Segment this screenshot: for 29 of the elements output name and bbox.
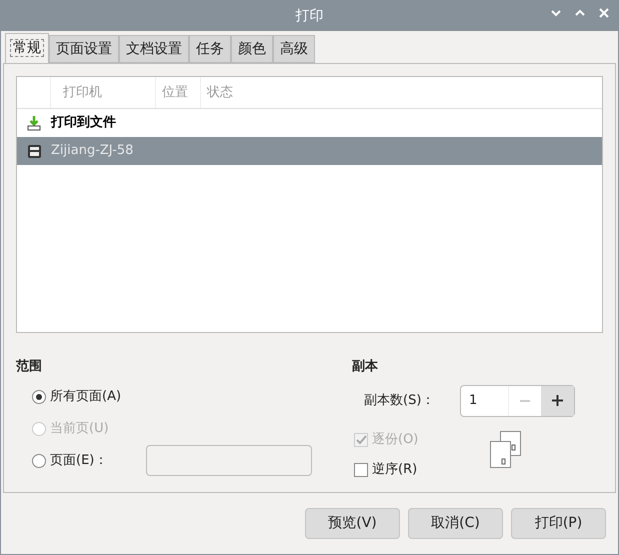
section-title: 副本 (352, 358, 379, 376)
collate-pages-icon (490, 430, 522, 468)
radio-label: 当前页(U) (50, 420, 110, 438)
tab[interactable]: 常规 (5, 33, 49, 63)
dialog-button[interactable]: 预览(V) (305, 508, 400, 539)
tab[interactable]: 颜色 (231, 35, 273, 63)
tab[interactable]: 任务 (189, 35, 231, 63)
checkbox-label: 逐份(O) (372, 430, 418, 449)
checkbox-label: 逆序(R) (372, 460, 418, 479)
printer-name: 打印到文件 (51, 114, 116, 132)
radio-button[interactable] (32, 390, 46, 404)
printer-row[interactable]: 打印到文件 (17, 109, 602, 137)
checkbox[interactable] (354, 462, 368, 476)
tab[interactable]: 文档设置 (119, 35, 189, 63)
section-title: 范围 (16, 358, 43, 376)
dialog-button[interactable]: 取消(C) (408, 508, 503, 539)
radio-label: 页面(E)： (50, 452, 108, 470)
radio-label: 所有页面(A) (50, 388, 122, 406)
page-range-field[interactable] (146, 445, 312, 476)
window-title: 打印 (296, 6, 324, 26)
tab[interactable]: 页面设置 (49, 35, 119, 63)
close-icon[interactable] (598, 7, 610, 19)
dialog-button[interactable]: 打印(P) (511, 508, 606, 539)
radio-button[interactable] (32, 454, 46, 468)
download-tray-icon (27, 115, 41, 131)
tab[interactable]: 高级 (273, 35, 315, 63)
printer-icon (26, 144, 42, 158)
copies-label: 副本数(S)： (364, 392, 436, 410)
printer-name: Zijiang-ZJ-58 (51, 142, 134, 160)
